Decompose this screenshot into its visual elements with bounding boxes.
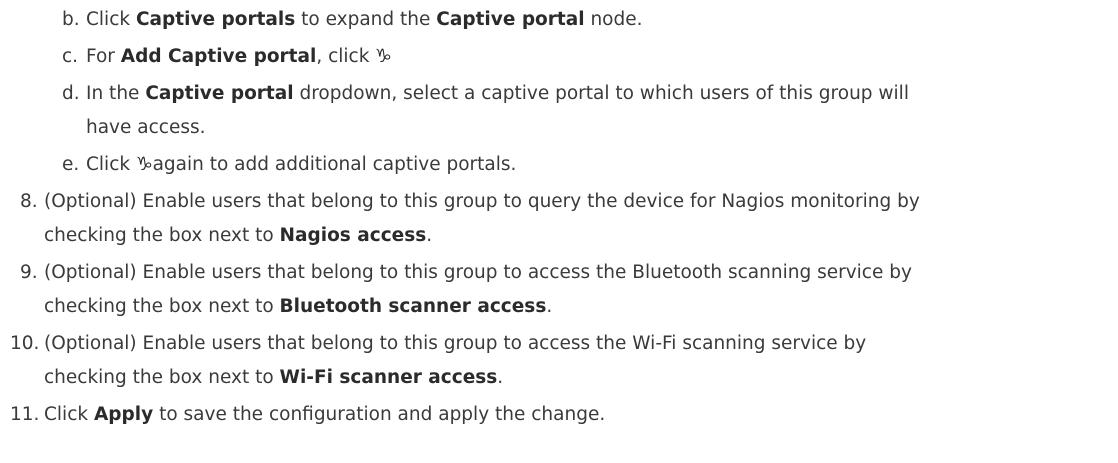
ui-term: Captive portals <box>135 9 296 30</box>
substep-text: In the Captive portal dropdown, select a… <box>86 83 909 104</box>
substep-text: For Add Captive portal, click ♑ <box>86 40 392 74</box>
add-icon: ♑ <box>135 154 153 175</box>
step-text: (Optional) Enable users that belong to t… <box>44 191 920 212</box>
ui-term: Captive portal <box>145 83 294 104</box>
step-text-continued: checking the box next to Bluetooth scann… <box>44 296 553 317</box>
ui-term: Apply <box>93 404 154 425</box>
substep-marker: c. <box>62 46 79 67</box>
substep-marker: e. <box>62 154 80 175</box>
step-number: 10. <box>10 333 40 354</box>
step-text: (Optional) Enable users that belong to t… <box>44 262 912 283</box>
substep-marker: d. <box>62 83 80 104</box>
step-text: (Optional) Enable users that belong to t… <box>44 333 867 354</box>
document-body: b. Click Captive portals to expand the C… <box>0 0 1118 463</box>
ui-term: Wi-Fi scanner access <box>279 367 498 388</box>
ui-term: Bluetooth scanner access <box>279 296 547 317</box>
substep-marker: b. <box>62 9 80 30</box>
add-icon: ♑ <box>374 46 393 67</box>
step-text-continued: checking the box next to Nagios access. <box>44 225 433 246</box>
step-number: 11. <box>10 404 40 425</box>
substep-text-continued: have access. <box>86 117 206 138</box>
step-number: 8. <box>20 191 38 212</box>
step-text-continued: checking the box next to Wi-Fi scanner a… <box>44 367 504 388</box>
substep-text: Click Captive portals to expand the Capt… <box>86 9 643 30</box>
step-number: 9. <box>20 262 38 283</box>
substep-text: Click ♑again to add additional captive p… <box>86 148 516 182</box>
ui-term: Captive portal <box>436 9 585 30</box>
ui-term: Add Captive portal <box>120 46 317 67</box>
ui-term: Nagios access <box>279 225 427 246</box>
step-text: Click Apply to save the configuration an… <box>44 404 606 425</box>
